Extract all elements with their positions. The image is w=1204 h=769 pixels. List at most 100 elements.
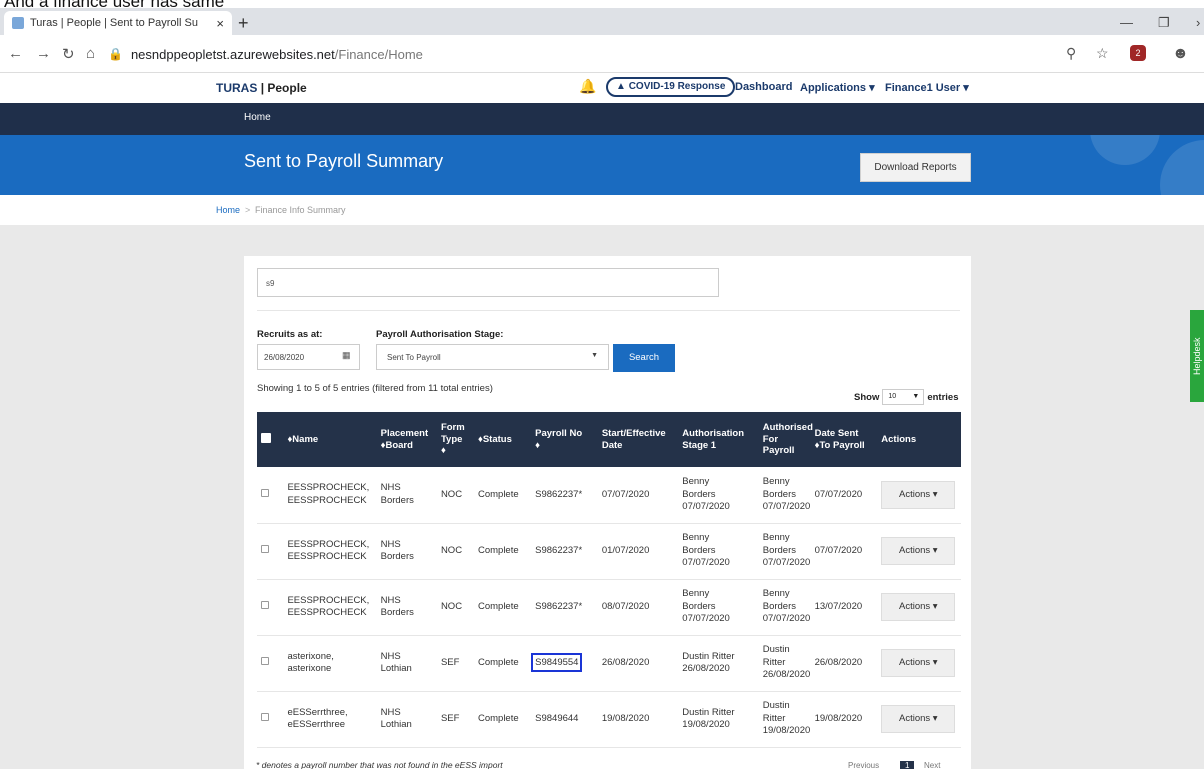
stage-label: Payroll Authorisation Stage: — [376, 329, 504, 340]
header-placement[interactable]: Placement ♦Board — [376, 412, 437, 467]
home-icon[interactable]: ⌂ — [86, 45, 95, 62]
pagination-next[interactable]: Next — [924, 761, 940, 769]
home-bar: Home — [0, 103, 1204, 135]
breadcrumb-home[interactable]: Home — [216, 205, 240, 215]
header-start-line1: Start/Effective — [601, 427, 666, 439]
cell-form-type: NOC — [436, 579, 474, 636]
forward-icon[interactable]: → — [36, 45, 51, 62]
bell-icon[interactable]: 🔔 — [579, 78, 596, 95]
nav-applications[interactable]: Applications ▾ — [800, 81, 875, 94]
search-button[interactable]: Search — [613, 344, 675, 372]
covid-response-button[interactable]: ▲ COVID-19 Response — [606, 77, 736, 97]
site-brand[interactable]: TURAS | People — [216, 81, 307, 95]
download-reports-button[interactable]: Download Reports — [860, 153, 971, 182]
actions-button[interactable]: Actions ▾ — [881, 593, 956, 621]
home-link[interactable]: Home — [244, 112, 271, 123]
actions-button[interactable]: Actions ▾ — [881, 705, 956, 733]
calendar-icon[interactable]: ▦ — [342, 350, 351, 361]
cell-auth-stage1: Benny Borders 07/07/2020 — [678, 579, 759, 636]
header-placement-line2: ♦Board — [380, 439, 413, 451]
authp-name2: Borders — [762, 488, 796, 500]
nav-user-menu[interactable]: Finance1 User ▾ — [885, 81, 969, 94]
breadcrumb-separator: > — [245, 205, 251, 215]
header-auth-line2: Stage 1 — [682, 439, 717, 451]
row-checkbox[interactable] — [261, 712, 269, 721]
auth1-name1: Benny — [682, 588, 710, 600]
authp-name1: Dustin — [762, 644, 790, 656]
stage-select-value: Sent To Payroll — [387, 353, 441, 362]
cell-name: eESSerrthree, eESSerrthree — [283, 691, 377, 748]
row-select-cell — [257, 691, 284, 748]
board-line2: Lothian — [380, 719, 412, 730]
close-window-icon[interactable]: › — [1196, 15, 1200, 30]
cell-actions: Actions ▾ — [877, 691, 961, 748]
cell-authorised-payroll: Benny Borders 07/07/2020 — [758, 467, 811, 524]
profile-icon[interactable]: ☻ — [1172, 45, 1189, 63]
new-tab-button[interactable]: + — [238, 13, 249, 34]
header-status[interactable]: ♦Status — [473, 412, 532, 467]
authp-date: 19/08/2020 — [762, 725, 811, 737]
authp-name1: Benny — [762, 532, 790, 544]
tab-close-icon[interactable]: × — [216, 16, 224, 31]
row-checkbox[interactable] — [261, 488, 269, 497]
authp-name2: Borders — [762, 544, 796, 556]
row-checkbox[interactable] — [261, 544, 269, 553]
cell-actions: Actions ▾ — [877, 467, 961, 524]
favicon-icon — [12, 17, 24, 29]
board-line2: Borders — [380, 494, 414, 506]
zoom-icon[interactable]: ⚲ — [1066, 45, 1076, 62]
table-row: eESSerrthree, eESSerrthree NHS Lothian SEF… — [257, 691, 961, 748]
row-checkbox[interactable] — [261, 600, 269, 609]
authp-name2: Ritter — [762, 712, 786, 724]
cell-payroll-no: S9849554 — [531, 635, 598, 692]
search-input[interactable]: s9 — [257, 268, 719, 297]
auth1-name1: Dustin Ritter — [682, 706, 735, 718]
actions-button[interactable]: Actions ▾ — [881, 537, 956, 565]
auth1-name1: Benny — [682, 532, 710, 544]
board-line2: Borders — [380, 551, 414, 562]
row-checkbox[interactable] — [261, 656, 269, 665]
browser-tab[interactable]: Turas | People | Sent to Payroll Su × — [4, 11, 232, 35]
auth1-name2: Borders — [682, 488, 716, 500]
header-form-line3: ♦ — [440, 445, 446, 457]
page-length: Show 10 ▼ entries — [854, 389, 959, 405]
pagination-page-1[interactable]: 1 — [900, 761, 915, 769]
back-icon[interactable]: ← — [8, 45, 23, 62]
cell-name: EESSPROCHECK, EESSPROCHECK — [283, 467, 377, 524]
highlighted-payroll-no: S9849554 — [531, 652, 583, 672]
covid-label: COVID-19 Response — [628, 81, 726, 92]
stage-select[interactable]: Sent To Payroll ▼ — [376, 344, 609, 370]
nav-dashboard[interactable]: Dashboard — [735, 81, 792, 93]
board-line1: NHS — [380, 482, 401, 494]
extension-badge[interactable]: 2 — [1130, 45, 1146, 61]
header-date-sent[interactable]: Date Sent ♦To Payroll — [810, 412, 878, 467]
cell-start-date: 01/07/2020 — [597, 523, 679, 580]
header-name[interactable]: ♦Name — [283, 412, 377, 467]
pagination-previous[interactable]: Previous — [848, 761, 879, 769]
restore-icon[interactable]: ❐ — [1158, 15, 1170, 31]
url-field[interactable]: 🔒 nesndppeopletst.azurewebsites.net/Fina… — [108, 41, 1098, 67]
cell-status: Complete — [473, 467, 532, 524]
row-select-cell — [257, 523, 284, 580]
decor-bubble — [1160, 140, 1204, 195]
header-form-type[interactable]: Form Type ♦ — [436, 412, 474, 467]
auth1-date: 26/08/2020 — [682, 663, 730, 674]
actions-button[interactable]: Actions ▾ — [881, 480, 956, 509]
name-line2: asterixone — [287, 663, 332, 674]
actions-button[interactable]: Actions ▾ — [881, 649, 956, 677]
divider — [257, 310, 960, 311]
cell-date-sent: 19/08/2020 — [810, 691, 878, 748]
cell-status: Complete — [473, 523, 532, 580]
site-header: TURAS | People 🔔 ▲ COVID-19 Response Das… — [0, 73, 1204, 103]
reload-icon[interactable]: ↻ — [62, 45, 75, 63]
header-payroll-no[interactable]: Payroll No ♦ — [531, 412, 598, 467]
header-placement-line1: Placement — [380, 427, 429, 439]
minimize-icon[interactable]: — — [1120, 15, 1133, 30]
name-line1: EESSPROCHECK, — [287, 594, 370, 606]
row-select-cell — [257, 579, 284, 636]
helpdesk-tab[interactable]: Helpdesk — [1190, 310, 1204, 402]
star-icon[interactable]: ☆ — [1096, 45, 1109, 62]
cell-form-type: NOC — [436, 467, 474, 524]
select-all-checkbox[interactable] — [261, 432, 271, 443]
page-length-select[interactable]: 10 ▼ — [882, 389, 925, 405]
